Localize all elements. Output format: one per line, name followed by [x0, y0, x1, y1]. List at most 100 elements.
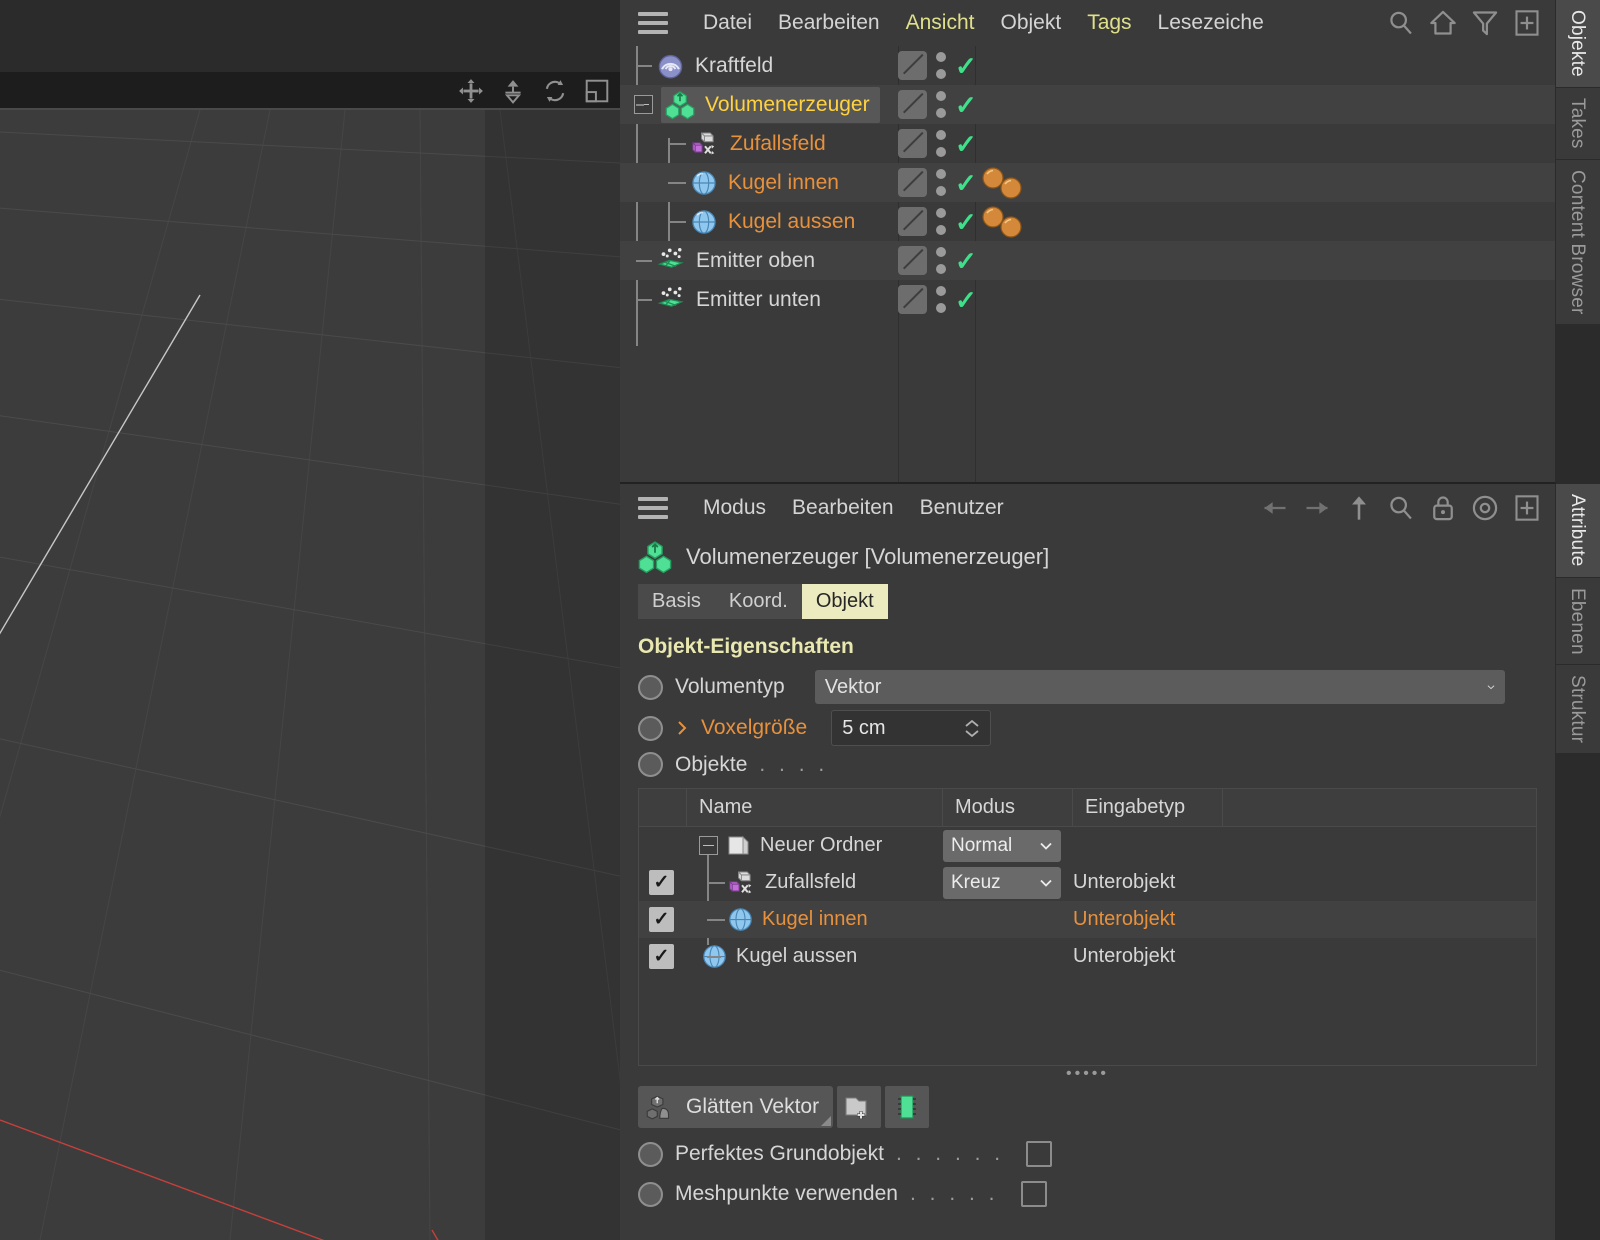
- stepper-icon[interactable]: [964, 719, 980, 738]
- animate-dot[interactable]: [638, 1181, 663, 1207]
- perfektes-grundobjekt-checkbox[interactable]: [1026, 1141, 1053, 1167]
- search-icon[interactable]: [1387, 494, 1415, 522]
- rotate-icon[interactable]: [542, 78, 568, 104]
- chevron-right-icon[interactable]: [675, 719, 689, 737]
- home-icon[interactable]: [1429, 9, 1457, 37]
- tag-column[interactable]: ✓: [898, 124, 977, 163]
- material-tags[interactable]: [980, 163, 1026, 202]
- sidebar-tab-objekte[interactable]: Objekte: [1556, 0, 1600, 88]
- enabled-check-icon[interactable]: ✓: [955, 248, 977, 274]
- tab-koord[interactable]: Koord.: [714, 584, 802, 619]
- pan-icon[interactable]: [458, 78, 484, 104]
- tag-column[interactable]: ✓: [898, 163, 977, 202]
- animate-dot[interactable]: [638, 715, 663, 741]
- animate-dot[interactable]: [638, 1141, 663, 1167]
- enable-dots[interactable]: [936, 169, 946, 196]
- tree-row-zufallsfeld[interactable]: Zufallsfeld ✓: [620, 124, 1555, 163]
- enabled-check-icon[interactable]: ✓: [955, 131, 977, 157]
- menu-modus[interactable]: Modus: [690, 492, 779, 524]
- forward-arrow-icon[interactable]: [1303, 494, 1331, 522]
- tag-column[interactable]: ✓: [898, 280, 977, 319]
- tree-row-kugel-innen[interactable]: Kugel innen ✓: [620, 163, 1555, 202]
- material-tag-icon[interactable]: [980, 205, 1026, 239]
- tree-row-volumenerzeuger[interactable]: Volumenerzeuger ✓: [620, 85, 1555, 124]
- enable-dots[interactable]: [936, 247, 946, 274]
- table-row[interactable]: Neuer Ordner Normal: [639, 827, 1536, 864]
- menu-tags[interactable]: Tags: [1074, 7, 1144, 39]
- enable-dots[interactable]: [936, 286, 946, 313]
- dolly-icon[interactable]: [500, 78, 526, 104]
- sidebar-tab-ebenen[interactable]: Ebenen: [1556, 577, 1600, 666]
- add-folder-button[interactable]: [837, 1086, 882, 1128]
- tab-basis[interactable]: Basis: [638, 584, 715, 619]
- glaetten-vektor-button[interactable]: Glätten Vektor: [638, 1086, 834, 1128]
- material-tags[interactable]: [980, 202, 1026, 241]
- add-panel-icon[interactable]: [1513, 9, 1541, 37]
- tree-row-emitter-unten[interactable]: Emitter unten ✓: [620, 280, 1555, 319]
- tree-row-kugel-aussen[interactable]: Kugel aussen ✓: [620, 202, 1555, 241]
- visibility-toggle[interactable]: [898, 51, 927, 80]
- enable-dots[interactable]: [936, 52, 946, 79]
- tag-column[interactable]: ✓: [898, 241, 977, 280]
- menu-bearbeiten[interactable]: Bearbeiten: [765, 7, 893, 39]
- tag-column[interactable]: ✓: [898, 202, 977, 241]
- tree-row-kraftfeld[interactable]: Kraftfeld ✓: [620, 46, 1555, 85]
- menu-objekt[interactable]: Objekt: [987, 7, 1074, 39]
- enabled-check-icon[interactable]: ✓: [955, 170, 977, 196]
- record-icon[interactable]: [1471, 494, 1499, 522]
- enabled-check-icon[interactable]: ✓: [955, 287, 977, 313]
- up-arrow-icon[interactable]: [1345, 494, 1373, 522]
- menu-datei[interactable]: Datei: [690, 7, 765, 39]
- row-checkbox[interactable]: ✓: [649, 944, 674, 969]
- enable-dots[interactable]: [936, 91, 946, 118]
- tree-row-emitter-oben[interactable]: Emitter oben ✓: [620, 241, 1555, 280]
- add-panel-icon[interactable]: [1513, 494, 1541, 522]
- enable-dots[interactable]: [936, 130, 946, 157]
- menu-bearbeiten-attr[interactable]: Bearbeiten: [779, 492, 907, 524]
- visibility-toggle[interactable]: [898, 285, 927, 314]
- modus-dropdown[interactable]: Kreuz: [943, 866, 1061, 899]
- enabled-check-icon[interactable]: ✓: [955, 53, 977, 79]
- field-layer-button[interactable]: [885, 1086, 930, 1128]
- object-manager-menu-icon[interactable]: [638, 12, 668, 34]
- table-row[interactable]: ✓ Zufallsfeld Kreuz Unterobjekt: [639, 864, 1536, 901]
- modus-dropdown[interactable]: Normal: [943, 829, 1061, 862]
- object-tree[interactable]: Kraftfeld ✓ Volumenerzeuger ✓ Zufallsfel…: [620, 46, 1555, 482]
- layout-icon[interactable]: [584, 78, 610, 104]
- filter-icon[interactable]: [1471, 9, 1499, 37]
- attribute-manager-menu-icon[interactable]: [638, 497, 668, 519]
- visibility-toggle[interactable]: [898, 168, 927, 197]
- viewport-toolbar[interactable]: [458, 74, 610, 108]
- visibility-toggle[interactable]: [898, 207, 927, 236]
- row-checkbox[interactable]: ✓: [649, 870, 674, 895]
- menu-lesezeichen[interactable]: Lesezeiche: [1145, 7, 1277, 39]
- meshpunkte-checkbox[interactable]: [1020, 1181, 1047, 1207]
- visibility-toggle[interactable]: [898, 90, 927, 119]
- tab-objekt[interactable]: Objekt: [801, 584, 888, 619]
- enable-dots[interactable]: [936, 208, 946, 235]
- table-row[interactable]: ✓ Kugel innen Unterobjekt: [639, 901, 1536, 938]
- expander-neuer-ordner[interactable]: [699, 836, 718, 855]
- enabled-check-icon[interactable]: ✓: [955, 92, 977, 118]
- enabled-check-icon[interactable]: ✓: [955, 209, 977, 235]
- visibility-toggle[interactable]: [898, 129, 927, 158]
- tag-column[interactable]: ✓: [898, 46, 977, 85]
- sidebar-tab-attribute[interactable]: Attribute: [1556, 484, 1600, 578]
- voxelgroesse-input[interactable]: 5 cm: [831, 710, 992, 746]
- tag-column[interactable]: ✓: [898, 85, 977, 124]
- visibility-toggle[interactable]: [898, 246, 927, 275]
- viewport-canvas[interactable]: [0, 110, 620, 1240]
- row-checkbox[interactable]: ✓: [649, 907, 674, 932]
- table-row[interactable]: ✓ Kugel aussen Unterobjekt: [639, 938, 1536, 975]
- objects-table-body[interactable]: Neuer Ordner Normal ✓ Zufallsfeld Kreuz …: [639, 827, 1536, 1065]
- material-tag-icon[interactable]: [980, 166, 1026, 200]
- menu-benutzer[interactable]: Benutzer: [907, 492, 1017, 524]
- menu-ansicht[interactable]: Ansicht: [893, 7, 988, 39]
- sidebar-tab-takes[interactable]: Takes: [1556, 87, 1600, 160]
- lock-icon[interactable]: [1429, 494, 1457, 522]
- sidebar-tab-struktur[interactable]: Struktur: [1556, 665, 1600, 755]
- animate-dot[interactable]: [638, 752, 663, 777]
- attribute-tabs[interactable]: Basis Koord. Objekt: [620, 584, 1555, 619]
- animate-dot[interactable]: [638, 674, 663, 700]
- volumentyp-dropdown[interactable]: Vektor: [814, 670, 1505, 704]
